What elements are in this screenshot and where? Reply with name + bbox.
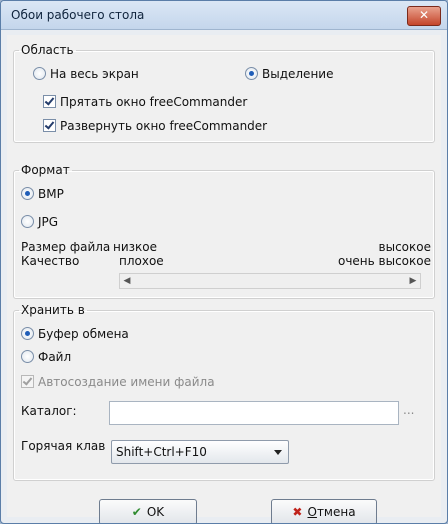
quality-label: Качество xyxy=(21,254,80,268)
checkbox-expand-label: Развернуть окно freeCommander xyxy=(60,119,268,133)
checkbox-checked-icon xyxy=(21,375,34,388)
browse-button[interactable]: ... xyxy=(403,403,414,417)
radio-file-label: Файл xyxy=(38,350,72,364)
radio-selected-icon xyxy=(21,327,34,340)
hotkey-select[interactable]: Shift+Ctrl+F10 xyxy=(111,440,289,464)
format-legend: Формат xyxy=(21,163,70,177)
store-legend: Хранить в xyxy=(21,303,85,317)
radio-circle-icon xyxy=(21,350,34,363)
checkbox-autoname[interactable]: Автосоздание имени файла xyxy=(21,375,215,389)
radio-bmp-label: BMP xyxy=(38,187,64,201)
cross-icon: ✖ xyxy=(292,505,303,519)
quality-high-label: очень высокое xyxy=(337,254,431,268)
radio-jpg[interactable]: JPG xyxy=(21,215,58,229)
checkbox-checked-icon xyxy=(43,95,56,108)
ok-label: OK xyxy=(146,505,165,519)
radio-circle-icon xyxy=(33,67,46,80)
scroll-right-icon[interactable]: ▶ xyxy=(406,274,420,288)
radio-circle-icon xyxy=(21,215,34,228)
file-size-high-label: высокое xyxy=(378,240,431,254)
area-legend: Область xyxy=(21,43,74,57)
scroll-left-icon[interactable]: ◀ xyxy=(120,274,134,288)
checkbox-checked-icon xyxy=(43,119,56,132)
radio-selection-label: Выделение xyxy=(262,67,334,81)
hotkey-value: Shift+Ctrl+F10 xyxy=(116,445,207,459)
radio-fullscreen-label: На весь экран xyxy=(50,67,139,81)
catalog-input[interactable] xyxy=(109,401,399,425)
radio-clipboard[interactable]: Буфер обмена xyxy=(21,327,129,341)
chevron-down-icon xyxy=(274,450,282,455)
cancel-mnemonic: О xyxy=(307,505,317,519)
wallpaper-dialog: Обои рабочего стола ✕ Область На весь эк… xyxy=(0,0,448,524)
checkbox-hide-label: Прятать окно freeCommander xyxy=(60,95,248,109)
checkbox-autoname-label: Автосоздание имени файла xyxy=(38,375,215,389)
checkbox-hide-window[interactable]: Прятать окно freeCommander xyxy=(43,95,247,109)
checkbox-expand-window[interactable]: Развернуть окно freeCommander xyxy=(43,119,267,133)
ok-button[interactable]: ✔ OK xyxy=(99,499,197,523)
quality-low-label: плохое xyxy=(119,254,164,268)
radio-clipboard-label: Буфер обмена xyxy=(38,327,129,341)
checkmark-icon: ✔ xyxy=(131,505,142,519)
radio-bmp[interactable]: BMP xyxy=(21,187,64,201)
radio-jpg-label: JPG xyxy=(38,215,59,229)
close-button[interactable]: ✕ xyxy=(407,6,441,26)
catalog-label: Каталог: xyxy=(21,404,77,418)
hotkey-label: Горячая клав xyxy=(21,439,106,453)
radio-selected-icon xyxy=(245,67,258,80)
radio-selection[interactable]: Выделение xyxy=(245,67,333,81)
title-bar: Обои рабочего стола ✕ xyxy=(1,1,447,30)
dialog-body: Область На весь экран Выделение Прятать … xyxy=(7,35,441,523)
quality-slider[interactable]: ◀ ▶ xyxy=(119,273,421,289)
window-title: Обои рабочего стола xyxy=(11,8,145,22)
file-size-low-label: низкое xyxy=(113,240,157,254)
radio-file[interactable]: Файл xyxy=(21,350,71,364)
cancel-label: тмена xyxy=(316,505,356,519)
radio-selected-icon xyxy=(21,187,34,200)
cancel-button[interactable]: ✖ Отмена xyxy=(271,499,377,523)
radio-fullscreen[interactable]: На весь экран xyxy=(33,67,139,81)
file-size-label: Размер файла xyxy=(21,240,111,254)
